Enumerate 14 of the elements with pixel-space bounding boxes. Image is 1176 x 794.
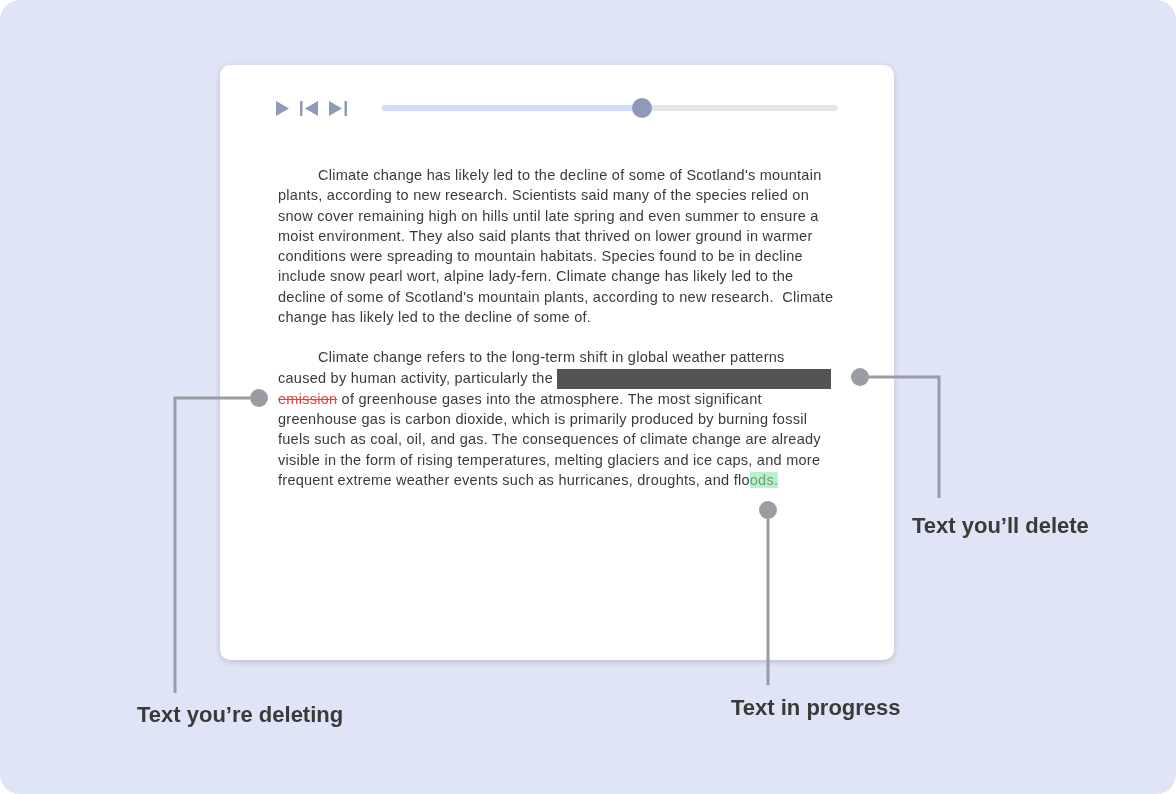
slider-handle[interactable] — [631, 98, 652, 118]
skip-back-icon[interactable] — [300, 100, 318, 116]
pointer-dot-icon — [851, 368, 869, 386]
play-icon[interactable] — [276, 100, 289, 116]
paragraph: Climate change refers to the long-term shift in global weather patterns caused by human activity, particularly the emission of greenhouse gases into the atmosphere. The most significant greenhouse gas is carbon dioxide, which is primarily produced by burning fossil fuels such as coal, oil, and gas. The consequences of climate change are already visible in the form of rising temperatures, melting glaciers and ice caps, and more frequent extreme weather events such as hurricanes, droughts, and floods. — [278, 347, 834, 491]
callout-label: Text in progress — [731, 695, 901, 721]
callout-label: Text you’ll delete — [912, 513, 1089, 539]
pointer-dot-icon — [250, 389, 268, 407]
deleted-word: emission — [278, 390, 338, 407]
highlighted-text: ods. — [749, 472, 779, 489]
paragraph: Climate change has likely led to the decline of some of Scotland's mountain plants, according to new research. Scientists said many of the species relied on snow cover remaining high on hills until late spring and even summer to ensure a moist environment. They also said plants that thrived on lower ground in warmer conditions were spreading to mountain habitats. Species found to be in decline include snow pearl wort, alpine lady-fern. Climate change has likely led to the decline of some of Scotland's mountain plants, according to new research. Climate change has likely led to the decline of some of. — [278, 166, 834, 328]
callout-label: Text you’re deleting — [137, 702, 344, 728]
pointer-dot-icon — [759, 501, 777, 519]
skip-forward-icon[interactable] — [329, 100, 347, 116]
